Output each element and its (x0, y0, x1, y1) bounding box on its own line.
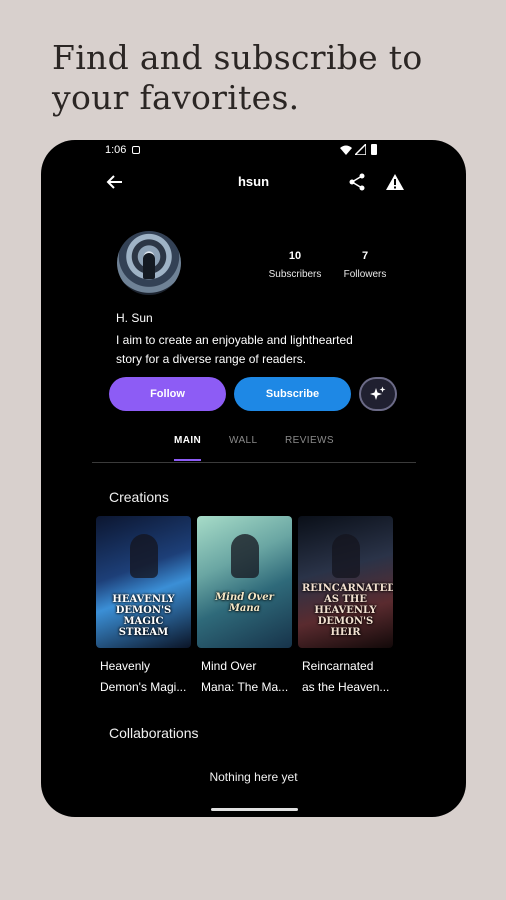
subscribe-button[interactable]: Subscribe (234, 377, 351, 411)
status-icons (340, 144, 390, 156)
collaborations-heading: Collaborations (109, 725, 199, 741)
sparkle-icon (370, 386, 386, 400)
bio-line-1: I aim to create an enjoyable and lighthe… (116, 333, 353, 347)
collaborations-empty-state: Nothing here yet (209, 770, 298, 784)
cover-title-3: REINCARNATED AS THE HEAVENLY DEMON'S HEI… (302, 583, 393, 638)
follow-button[interactable]: Follow (109, 377, 226, 411)
followers-stat[interactable]: 7 Followers (330, 250, 400, 280)
creation-title-2[interactable]: Mind Over Mana: The Ma... (201, 656, 301, 698)
subscribers-stat[interactable]: 10 Subscribers (260, 250, 330, 280)
creation-title-2-line-1: Mind Over (201, 659, 257, 673)
tab-wall[interactable]: WALL (229, 435, 257, 446)
creation-cover-1[interactable]: HEAVENLY DEMON'S MAGIC STREAM (96, 516, 191, 648)
user-display-name: H. Sun (116, 311, 153, 325)
profile-tabs: MAIN WALL REVIEWS (92, 426, 416, 463)
home-indicator[interactable] (211, 808, 298, 811)
share-icon[interactable] (347, 172, 367, 192)
creation-cover-2[interactable]: Mind Over Mana (197, 516, 292, 648)
creations-heading: Creations (109, 489, 169, 505)
creation-cover-3[interactable]: REINCARNATED AS THE HEAVENLY DEMON'S HEI… (298, 516, 393, 648)
headline: Find and subscribe to your favorites. (52, 38, 472, 118)
followers-label: Followers (343, 269, 387, 280)
ai-sparkle-button[interactable] (359, 377, 397, 411)
cover-title-1: HEAVENLY DEMON'S MAGIC STREAM (112, 594, 175, 638)
headline-line-1: Find and subscribe to (52, 38, 423, 77)
cover-figure (332, 534, 360, 578)
top-app-bar: hsun (41, 166, 466, 198)
tab-reviews[interactable]: REVIEWS (285, 435, 334, 446)
user-bio: I aim to create an enjoyable and lighthe… (116, 331, 406, 369)
creation-title-3-line-2: as the Heaven... (302, 680, 390, 694)
wifi-icon (340, 145, 352, 155)
subscribers-label: Subscribers (268, 269, 322, 280)
headline-line-2: your favorites. (52, 78, 300, 117)
phone-screen: 1:06 hsun 10 Subscribers 7 Followers H. … (41, 140, 466, 817)
bio-line-2: story for a diverse range of readers. (116, 352, 307, 366)
battery-icon (371, 144, 377, 155)
creation-title-2-line-2: Mana: The Ma... (201, 680, 289, 694)
cover-figure (130, 534, 158, 578)
warning-icon[interactable] (385, 172, 405, 192)
creation-title-1-line-1: Heavenly (100, 659, 151, 673)
status-bar: 1:06 (41, 140, 466, 160)
status-time: 1:06 (105, 144, 127, 156)
cover-title-2: Mind Over Mana (215, 592, 274, 614)
notification-icon (132, 146, 140, 154)
creation-title-1-line-2: Demon's Magi... (100, 680, 187, 694)
tab-main[interactable]: MAIN (174, 435, 202, 461)
followers-count: 7 (361, 250, 369, 262)
creation-title-3-line-1: Reincarnated (302, 659, 374, 673)
subscribers-count: 10 (288, 250, 302, 262)
creation-title-3[interactable]: Reincarnated as the Heaven... (302, 656, 402, 698)
avatar (117, 231, 181, 295)
cover-figure (231, 534, 259, 578)
creation-title-1[interactable]: Heavenly Demon's Magi... (100, 656, 200, 698)
signal-icon (355, 144, 366, 155)
